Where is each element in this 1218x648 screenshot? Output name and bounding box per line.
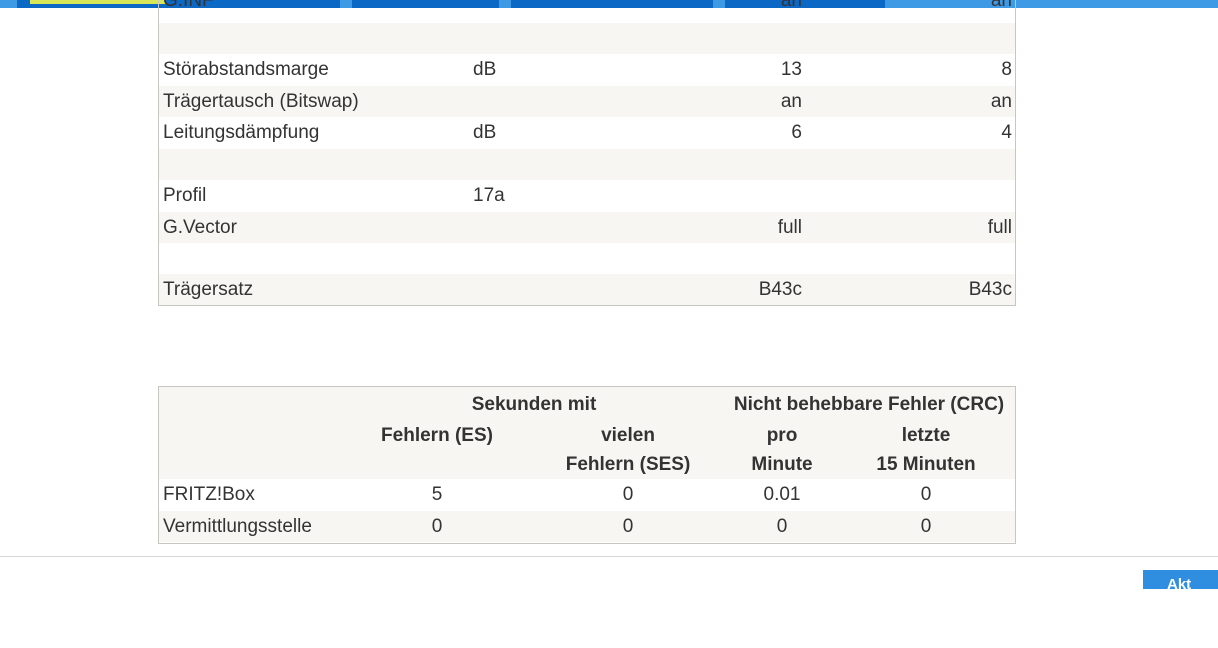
table-row: Trägersatz B43c B43c	[159, 274, 1015, 305]
row-value-downstream: 13	[780, 59, 802, 80]
row-value-downstream: an	[780, 91, 802, 112]
row-label: Trägertausch (Bitswap)	[163, 91, 359, 112]
header-ses-line2: Fehlern (SES)	[565, 454, 691, 475]
row-value-upstream: 8	[1001, 59, 1012, 80]
row-label: Trägersatz	[163, 279, 254, 300]
row-unit: 17a	[473, 185, 505, 206]
value-per-minute: 0	[776, 516, 788, 537]
error-statistics-table: Sekunden mit Nicht behebbare Fehler (CRC…	[158, 386, 1016, 544]
row-label: Leitungsdämpfung	[163, 122, 320, 143]
active-tab-indicator	[30, 0, 166, 4]
table-row: Störabstandsmarge dB 13 8	[159, 54, 1015, 85]
footer-divider	[0, 556, 1218, 557]
row-label: FRITZ!Box	[163, 484, 255, 505]
value-ses: 0	[622, 516, 634, 537]
row-value-upstream: full	[987, 217, 1012, 238]
row-unit: dB	[473, 59, 497, 80]
row-label: Vermittlungsstelle	[163, 516, 312, 537]
table-row: FRITZ!Box 5 0 0.01 0	[159, 479, 1015, 510]
line-values-table: G.INF an an Störabstandsmarge dB 13 8 Tr…	[158, 0, 1016, 306]
header-per-minute-line1: pro	[766, 425, 798, 446]
refresh-button[interactable]: Akt	[1143, 570, 1218, 589]
value-es: 0	[431, 516, 443, 537]
row-value-downstream: B43c	[758, 279, 802, 300]
header-crc-errors: Nicht behebbare Fehler (CRC)	[733, 394, 1005, 415]
row-label: Profil	[163, 185, 207, 206]
row-label: Störabstandsmarge	[163, 59, 329, 80]
row-label: G.Vector	[163, 217, 237, 238]
row-value-downstream: 6	[791, 122, 802, 143]
row-unit: dB	[473, 122, 497, 143]
row-value-downstream: an	[780, 0, 802, 11]
table-row: Leitungsdämpfung dB 6 4	[159, 117, 1015, 148]
header-seconds-with: Sekunden mit	[471, 394, 597, 415]
value-last15: 0	[920, 516, 932, 537]
table-row: G.Vector full full	[159, 212, 1015, 243]
header-per-minute-line2: Minute	[751, 454, 813, 475]
row-value-downstream: full	[777, 217, 802, 238]
header-es: Fehlern (ES)	[381, 425, 493, 446]
row-value-upstream: an	[990, 0, 1012, 11]
table-row-spacer	[159, 243, 1015, 274]
header-last15-line1: letzte	[901, 425, 951, 446]
header-ses-line1: vielen	[601, 425, 655, 446]
table-row: G.INF an an	[159, 0, 1015, 16]
table-row-spacer	[159, 23, 1015, 54]
table-row: Trägertausch (Bitswap) an an	[159, 86, 1015, 117]
row-value-upstream: B43c	[968, 279, 1012, 300]
value-last15: 0	[920, 484, 932, 505]
header-last15-line2: 15 Minuten	[876, 454, 976, 475]
table-row: Profil 17a	[159, 180, 1015, 211]
value-es: 5	[431, 484, 443, 505]
table-row: Vermittlungsstelle 0 0 0 0	[159, 511, 1015, 542]
row-label: G.INF	[163, 0, 214, 11]
row-value-upstream: 4	[1001, 122, 1012, 143]
row-value-upstream: an	[990, 91, 1012, 112]
value-per-minute: 0.01	[763, 484, 801, 505]
value-ses: 0	[622, 484, 634, 505]
error-table-header: Sekunden mit Nicht behebbare Fehler (CRC…	[159, 387, 1015, 479]
table-row-spacer	[159, 149, 1015, 180]
